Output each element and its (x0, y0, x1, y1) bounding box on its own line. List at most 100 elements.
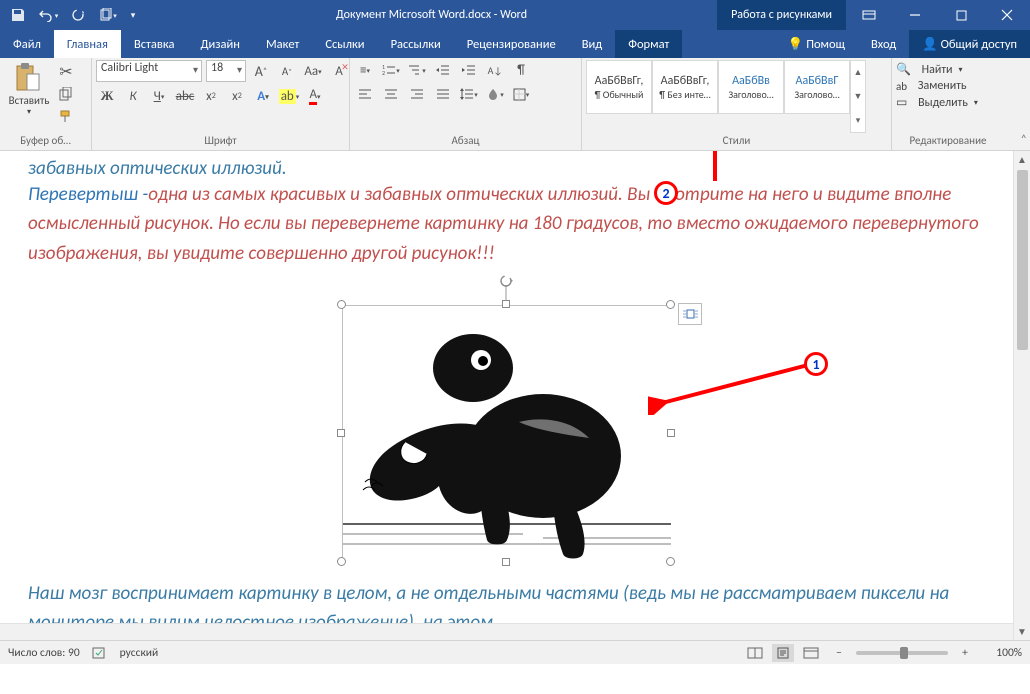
resize-handle[interactable] (337, 557, 346, 566)
shrink-font-icon[interactable]: A˅ (276, 61, 298, 81)
inc-indent-icon[interactable] (458, 60, 480, 80)
callout-2: 2 (654, 181, 678, 205)
superscript-icon[interactable]: x2 (226, 86, 248, 106)
zoom-in-icon[interactable]: + (954, 644, 976, 662)
strike-icon[interactable]: abc (174, 86, 196, 106)
bold-icon[interactable]: Ж (96, 86, 118, 106)
zoom-level[interactable]: 100% (982, 646, 1022, 660)
italic-icon[interactable]: К (122, 86, 144, 106)
horizontal-scrollbar[interactable] (0, 623, 1013, 640)
styles-more-button[interactable]: ▲▼▾ (850, 60, 866, 133)
layout-options-button[interactable] (678, 303, 702, 325)
tab-references[interactable]: Ссылки (312, 30, 377, 58)
shading-icon[interactable]: ▾ (484, 84, 506, 104)
bullets-icon[interactable]: ≡▾ (354, 60, 376, 80)
zoom-slider[interactable] (856, 651, 948, 655)
replace-button[interactable]: ab Заменить (896, 79, 966, 93)
style-tile[interactable]: АаБбВвГг,¶ Без инте… (652, 60, 718, 114)
ribbon-options-icon[interactable] (846, 0, 892, 30)
arrow-1 (648, 359, 818, 415)
grow-font-icon[interactable]: A˄ (250, 61, 272, 81)
subscript-icon[interactable]: x2 (200, 86, 222, 106)
select-button[interactable]: ▭ Выделить▾ (896, 95, 978, 110)
copy-icon[interactable] (56, 84, 76, 104)
align-right-icon[interactable] (406, 84, 428, 104)
tab-format[interactable]: Формат (615, 30, 682, 58)
resize-handle[interactable] (666, 300, 675, 309)
web-layout-icon[interactable] (800, 644, 822, 662)
print-layout-icon[interactable] (772, 644, 794, 662)
tab-layout[interactable]: Макет (253, 30, 312, 58)
multilevel-icon[interactable]: ▾ (406, 60, 428, 80)
scroll-thumb[interactable] (1017, 170, 1028, 350)
line-spacing-icon[interactable]: ▾ (458, 84, 480, 104)
highlight-icon[interactable]: ab▾ (278, 86, 300, 106)
resize-handle[interactable] (502, 300, 510, 308)
style-tile[interactable]: АаБбВвГг,¶ Обычный (586, 60, 652, 114)
tab-design[interactable]: Дизайн (187, 30, 253, 58)
clear-format-icon[interactable]: A✕ (328, 61, 350, 81)
sort-icon[interactable]: A↓ (484, 60, 506, 80)
undo-icon[interactable]: ▾ (36, 3, 60, 27)
change-case-icon[interactable]: Aa▾ (302, 61, 324, 81)
pilcrow-icon[interactable]: ¶ (510, 60, 532, 80)
resize-handle[interactable] (502, 558, 510, 566)
resize-handle[interactable] (337, 300, 346, 309)
arrow-2 (690, 151, 740, 185)
justify-icon[interactable] (432, 84, 454, 104)
scroll-down-icon[interactable]: ▼ (1014, 623, 1030, 640)
borders-icon[interactable]: ▾ (510, 84, 532, 104)
tab-mailings[interactable]: Рассылки (378, 30, 454, 58)
text-effects-icon[interactable]: A▾ (252, 86, 274, 106)
collapse-ribbon-icon[interactable]: ˄ (1021, 133, 1027, 147)
picture-content (343, 306, 671, 562)
numbering-icon[interactable]: 12▾ (380, 60, 402, 80)
font-color-icon[interactable]: A▾ (304, 86, 326, 106)
paste-button[interactable]: Вставить▾ (4, 60, 54, 117)
style-tile[interactable]: АаБбВвГЗаголово… (784, 60, 850, 114)
tell-me[interactable]: 💡 Помощ (775, 30, 858, 58)
share-button[interactable]: 👤 Общий доступ (909, 30, 1030, 58)
resize-handle[interactable] (667, 429, 675, 437)
selected-picture[interactable] (342, 305, 670, 561)
picture-tools-context-tab: Работа с рисунками (717, 0, 846, 30)
dec-indent-icon[interactable] (432, 60, 454, 80)
styles-group-label: Стили (586, 133, 887, 150)
clipboard-group-label: Буфер об… (4, 133, 87, 150)
language-button[interactable]: русский (120, 646, 159, 660)
minimize-icon[interactable] (892, 0, 938, 30)
vertical-scrollbar[interactable]: ▲ ▼ (1013, 151, 1030, 640)
qat-button[interactable]: ▾ (96, 3, 120, 27)
qat-customize-icon[interactable]: ▾ (126, 3, 140, 27)
tab-home[interactable]: Главная (54, 30, 121, 58)
cut-icon[interactable]: ✂ (56, 62, 76, 82)
word-count[interactable]: Число слов: 90 (8, 646, 80, 660)
align-left-icon[interactable] (354, 84, 376, 104)
sign-in[interactable]: Вход (858, 30, 909, 58)
align-center-icon[interactable] (380, 84, 402, 104)
svg-text:2: 2 (382, 69, 385, 76)
font-size-combo[interactable]: 18 (206, 60, 246, 82)
style-tile[interactable]: АаБбВвЗаголово… (718, 60, 784, 114)
proofing-icon[interactable] (92, 646, 108, 660)
zoom-out-icon[interactable]: − (828, 644, 850, 662)
format-painter-icon[interactable] (56, 106, 76, 126)
resize-handle[interactable] (337, 429, 345, 437)
save-icon[interactable] (6, 3, 30, 27)
close-icon[interactable] (984, 0, 1030, 30)
read-mode-icon[interactable] (744, 644, 766, 662)
scroll-up-icon[interactable]: ▲ (1014, 151, 1030, 168)
tab-view[interactable]: Вид (569, 30, 616, 58)
resize-handle[interactable] (666, 557, 675, 566)
find-button[interactable]: 🔍 Найти▾ (896, 62, 963, 77)
find-icon: 🔍 (896, 62, 911, 77)
redo-icon[interactable] (66, 3, 90, 27)
paste-icon (13, 62, 45, 94)
rotate-handle-icon[interactable] (497, 275, 515, 301)
maximize-icon[interactable] (938, 0, 984, 30)
tab-insert[interactable]: Вставка (121, 30, 188, 58)
font-name-combo[interactable]: Calibri Light (96, 60, 202, 82)
tab-review[interactable]: Рецензирование (454, 30, 569, 58)
underline-icon[interactable]: Ч▾ (148, 86, 170, 106)
tab-file[interactable]: Файл (0, 30, 54, 58)
